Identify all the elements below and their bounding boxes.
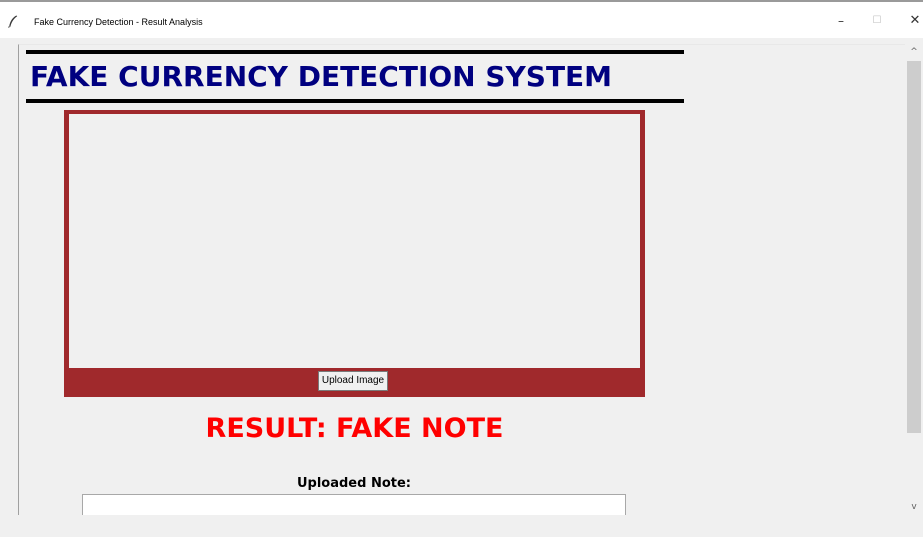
feather-icon (6, 13, 20, 28)
scroll-up-icon[interactable]: ^ (905, 44, 923, 60)
uploaded-note-label: Uploaded Note: (296, 476, 412, 491)
heading-rule-bottom (26, 99, 684, 103)
heading-rule-top (26, 50, 684, 54)
scroll-down-icon[interactable]: v (905, 499, 923, 515)
vertical-scrollbar[interactable]: ^ v (905, 44, 923, 515)
window-titlebar: Fake Currency Detection - Result Analysi… (0, 0, 923, 38)
minimize-button[interactable]: – (826, 10, 856, 32)
uploaded-note-field[interactable] (82, 494, 626, 515)
page-title: FAKE CURRENCY DETECTION SYSTEM (30, 60, 613, 93)
close-button[interactable]: ✕ (900, 10, 923, 32)
image-preview-area (69, 114, 640, 368)
scroll-thumb[interactable] (907, 61, 921, 433)
image-panel: Upload Image (64, 110, 645, 397)
scrollable-canvas: FAKE CURRENCY DETECTION SYSTEM Upload Im… (18, 44, 905, 515)
upload-image-button[interactable]: Upload Image (318, 371, 388, 391)
result-label: RESULT: FAKE NOTE (205, 413, 504, 444)
window-client-area: FAKE CURRENCY DETECTION SYSTEM Upload Im… (0, 38, 923, 537)
window-title: Fake Currency Detection - Result Analysi… (34, 17, 203, 27)
maximize-button[interactable]: ☐ (862, 10, 892, 32)
